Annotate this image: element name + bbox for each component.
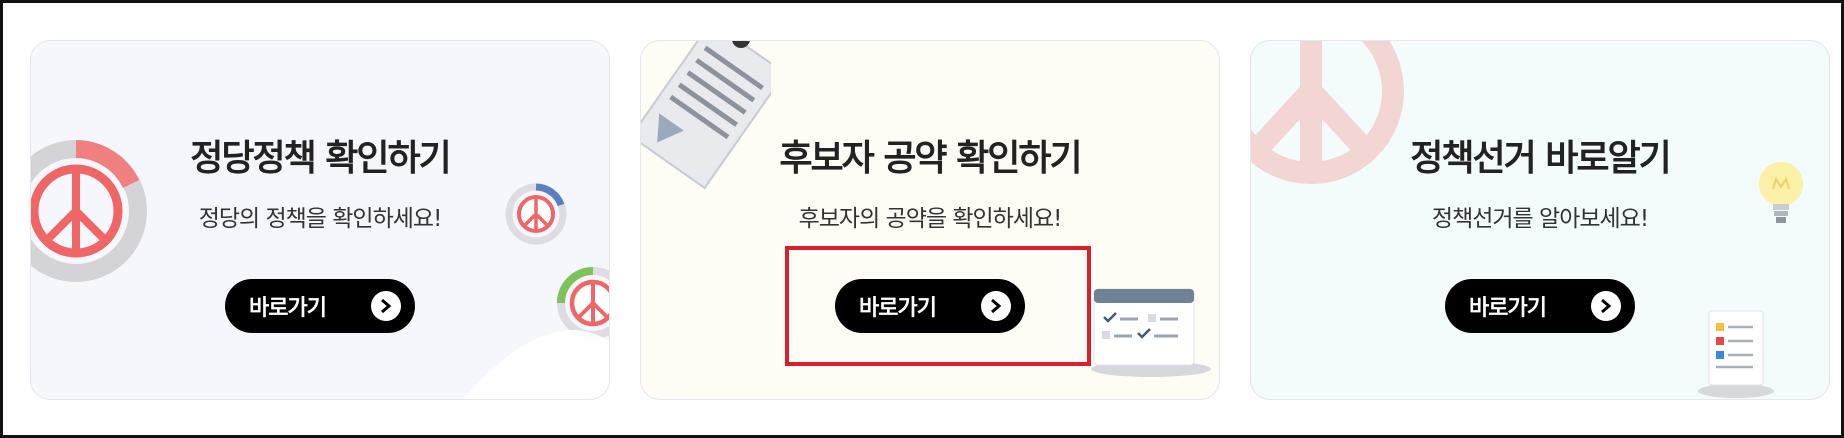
go-button[interactable]: 바로가기 <box>1445 279 1635 333</box>
chevron-right-circle-icon <box>1591 291 1621 321</box>
chevron-right-circle-icon <box>371 291 401 321</box>
card-party-policy: 정당정책 확인하기 정당의 정책을 확인하세요! 바로가기 <box>30 40 610 400</box>
document-icon <box>1698 310 1774 398</box>
card-title: 정당정책 확인하기 <box>190 138 452 179</box>
card-subtitle: 정당의 정책을 확인하세요! <box>198 206 443 232</box>
hand-illustration <box>462 330 609 399</box>
card-subtitle: 정책선거를 알아보세요! <box>1431 206 1649 232</box>
go-button[interactable]: 바로가기 <box>225 279 415 333</box>
checklist-icon <box>1091 288 1211 377</box>
card-title: 정책선거 바로알기 <box>1410 138 1672 179</box>
go-button-label: 바로가기 <box>249 296 327 321</box>
highlight-box <box>785 246 1091 366</box>
card-policy-election: 정책선거 바로알기 정책선거를 알아보세요! 바로가기 <box>1250 40 1830 400</box>
card-title: 후보자 공약 확인하기 <box>779 138 1082 179</box>
go-button-label: 바로가기 <box>1469 296 1547 321</box>
card-subtitle: 후보자의 공약을 확인하세요! <box>798 206 1063 232</box>
